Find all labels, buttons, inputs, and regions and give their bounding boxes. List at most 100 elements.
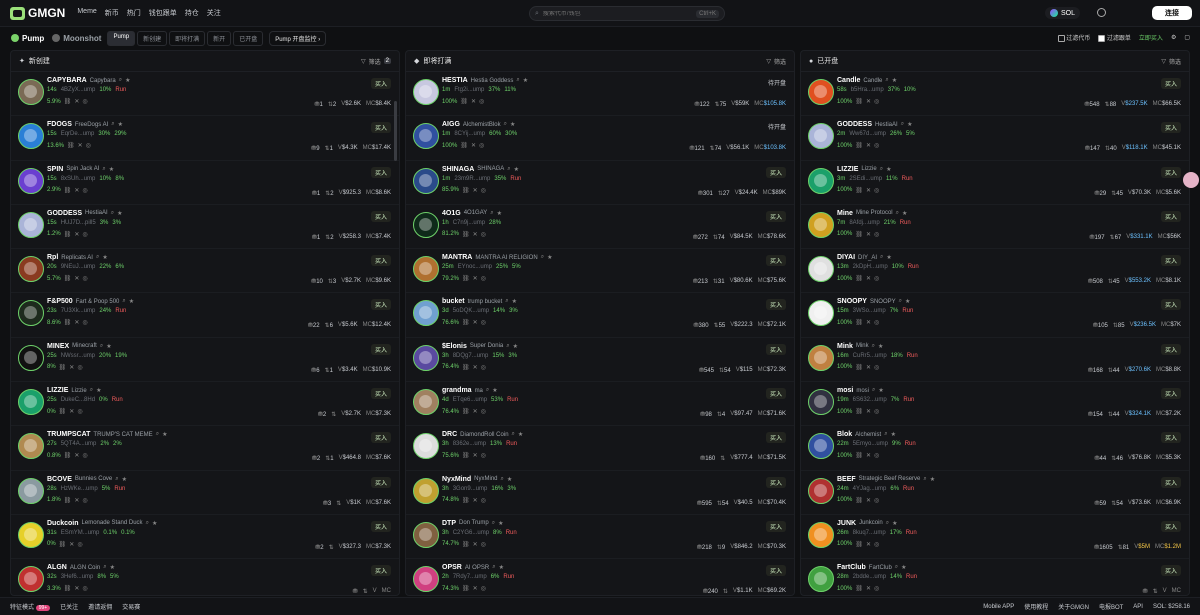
footer-referral[interactable]: 邀请返佣: [88, 602, 112, 611]
search-icon[interactable]: ⌕: [507, 166, 510, 173]
buy-button[interactable]: 买入: [1160, 122, 1181, 134]
link-icon[interactable]: ⛓: [855, 408, 863, 415]
star-icon[interactable]: ★: [878, 387, 883, 394]
twitter-icon[interactable]: ✕: [866, 408, 871, 415]
buy-button[interactable]: 买入: [1160, 210, 1181, 222]
web-icon[interactable]: ◎: [481, 275, 486, 282]
search-icon[interactable]: ⌕: [880, 254, 883, 261]
buy-button[interactable]: 买入: [765, 255, 786, 267]
token-address[interactable]: EqrDe...ump: [61, 131, 95, 137]
quick-buy-toggle[interactable]: 立即买入: [1139, 33, 1163, 42]
buy-button[interactable]: 买入: [1160, 78, 1181, 89]
logo[interactable]: GMGN: [10, 6, 65, 20]
tab-nearly-full[interactable]: 即将打满: [169, 30, 206, 46]
star-icon[interactable]: ★: [514, 166, 519, 173]
link-icon[interactable]: ⛓: [855, 585, 863, 592]
twitter-icon[interactable]: ✕: [866, 275, 871, 282]
search-icon[interactable]: ⌕: [119, 77, 122, 84]
search-icon[interactable]: ⌕: [872, 343, 875, 350]
web-icon[interactable]: ◎: [479, 98, 484, 105]
nav-new[interactable]: 新币: [105, 8, 119, 18]
token-row[interactable]: LIZZIE Lizzie ⌕ ★ 25s DukeC...8Hd 0% Run 0% ⛓ ✕ ◎…: [11, 382, 399, 427]
twitter-icon[interactable]: ✕: [69, 364, 74, 371]
token-address[interactable]: 6S632...ump: [853, 397, 887, 403]
twitter-icon[interactable]: ✕: [69, 541, 74, 548]
token-address[interactable]: NWssr...ump: [61, 353, 95, 359]
web-icon[interactable]: ◎: [481, 364, 486, 371]
link-icon[interactable]: ⛓: [64, 231, 72, 238]
link-icon[interactable]: ⛓: [462, 408, 470, 415]
token-row[interactable]: SPIN Spin Jack AI ⌕ ★ 15s 8xSUh...ump 10% 8% 2…: [11, 161, 399, 205]
twitter-icon[interactable]: ✕: [866, 541, 871, 548]
buy-button[interactable]: 买入: [370, 520, 391, 532]
token-address[interactable]: 8DQg7...ump: [453, 353, 489, 359]
footer-about[interactable]: 关于GMGN: [1058, 602, 1089, 611]
twitter-icon[interactable]: ✕: [866, 364, 871, 371]
twitter-icon[interactable]: ✕: [473, 231, 478, 238]
twitter-icon[interactable]: ✕: [69, 408, 74, 415]
nav-holdings[interactable]: 持仓: [185, 8, 199, 18]
twitter-icon[interactable]: ✕: [74, 98, 79, 105]
web-icon[interactable]: ◎: [77, 541, 82, 548]
star-icon[interactable]: ★: [106, 343, 111, 350]
link-icon[interactable]: ⛓: [462, 364, 470, 371]
tab-opened[interactable]: 已开盘: [233, 30, 264, 46]
token-row[interactable]: BCOVE Bunnies Cove ⌕ ★ 28s HzWKe...ump 5% Run …: [11, 471, 399, 515]
settings-icon[interactable]: ⚙: [1171, 34, 1176, 41]
star-icon[interactable]: ★: [125, 77, 130, 84]
token-address[interactable]: DukeC...8Hd: [61, 397, 95, 403]
web-icon[interactable]: ◎: [874, 142, 879, 149]
star-icon[interactable]: ★: [122, 476, 127, 483]
search-icon[interactable]: ⌕: [103, 564, 106, 571]
token-row[interactable]: MINEX Minecraft ⌕ ★ 25s NWssr...ump 20% 19% 8%…: [11, 338, 399, 383]
web-icon[interactable]: ◎: [82, 275, 87, 282]
buy-button[interactable]: 买入: [1160, 343, 1181, 355]
link-icon[interactable]: ⛓: [64, 98, 72, 105]
token-row[interactable]: SNOOPY SNOOPY ⌕ ★ 15m 3WSo...ump 7% Run 100% ⛓ ✕…: [801, 293, 1189, 338]
scrollbar[interactable]: [394, 101, 397, 161]
token-address[interactable]: 8xSUh...ump: [61, 176, 96, 182]
star-icon[interactable]: ★: [129, 298, 134, 305]
token-row[interactable]: DTP Don Trump ⌕ ★ 3h C2YG6...ump 8% Run 74.7% ⛓…: [406, 515, 794, 560]
nav-follow[interactable]: 关注: [207, 8, 221, 18]
nav-copy[interactable]: 钱包跟单: [149, 8, 177, 18]
footer-telegram-bot[interactable]: 电报BOT: [1099, 602, 1123, 611]
token-address[interactable]: Ww67d...ump: [849, 131, 886, 137]
moonshot-tab[interactable]: Moonshot: [52, 34, 101, 43]
search-icon[interactable]: ⌕: [492, 520, 495, 527]
web-icon[interactable]: ◎: [481, 585, 486, 592]
search-icon[interactable]: ⌕: [505, 298, 508, 305]
web-icon[interactable]: ◎: [874, 364, 879, 371]
link-icon[interactable]: ⛓: [59, 364, 67, 371]
footer-followed[interactable]: 已关注: [60, 602, 78, 611]
star-icon[interactable]: ★: [907, 121, 912, 128]
star-icon[interactable]: ★: [117, 210, 122, 217]
token-address[interactable]: 8362e...ump: [453, 441, 486, 447]
link-icon[interactable]: ⛓: [462, 452, 470, 459]
token-row[interactable]: GODDESS HestiaAI ⌕ ★ 15s HUJ7D...pill5 3% 3% 1…: [11, 205, 399, 250]
link-icon[interactable]: ⛓: [855, 541, 863, 548]
pump-monitor-button[interactable]: Pump 开盘监控 ›: [269, 30, 327, 46]
search-icon[interactable]: ⌕: [901, 121, 904, 128]
link-icon[interactable]: ⛓: [462, 187, 470, 194]
token-row[interactable]: mosi mosi ⌕ ★ 19m 6S632...ump 7% Run 100% ⛓ ✕ ◎ 买…: [801, 382, 1189, 427]
search-icon[interactable]: ⌕: [146, 520, 149, 527]
search-icon[interactable]: ⌕: [895, 564, 898, 571]
twitter-icon[interactable]: ✕: [473, 187, 478, 194]
token-address[interactable]: 4BZyX...ump: [61, 87, 96, 93]
filter-tokens-toggle[interactable]: 过滤代币: [1057, 33, 1090, 42]
buy-button[interactable]: 买入: [370, 388, 391, 400]
web-icon[interactable]: ◎: [479, 142, 484, 149]
link-icon[interactable]: ⛓: [855, 142, 863, 149]
web-icon[interactable]: ◎: [481, 231, 486, 238]
search-icon[interactable]: ⌕: [102, 166, 105, 173]
search-icon[interactable]: ⌕: [504, 121, 507, 128]
chain-selector[interactable]: SOL: [1045, 7, 1081, 19]
buy-button[interactable]: 买入: [370, 343, 391, 355]
footer-mobile-app[interactable]: Mobile APP: [983, 604, 1014, 610]
twitter-icon[interactable]: ✕: [471, 142, 476, 149]
tab-pump[interactable]: Pump: [107, 30, 136, 46]
star-icon[interactable]: ★: [152, 520, 157, 527]
web-icon[interactable]: ◎: [86, 142, 91, 149]
link-icon[interactable]: ⛓: [855, 452, 863, 459]
